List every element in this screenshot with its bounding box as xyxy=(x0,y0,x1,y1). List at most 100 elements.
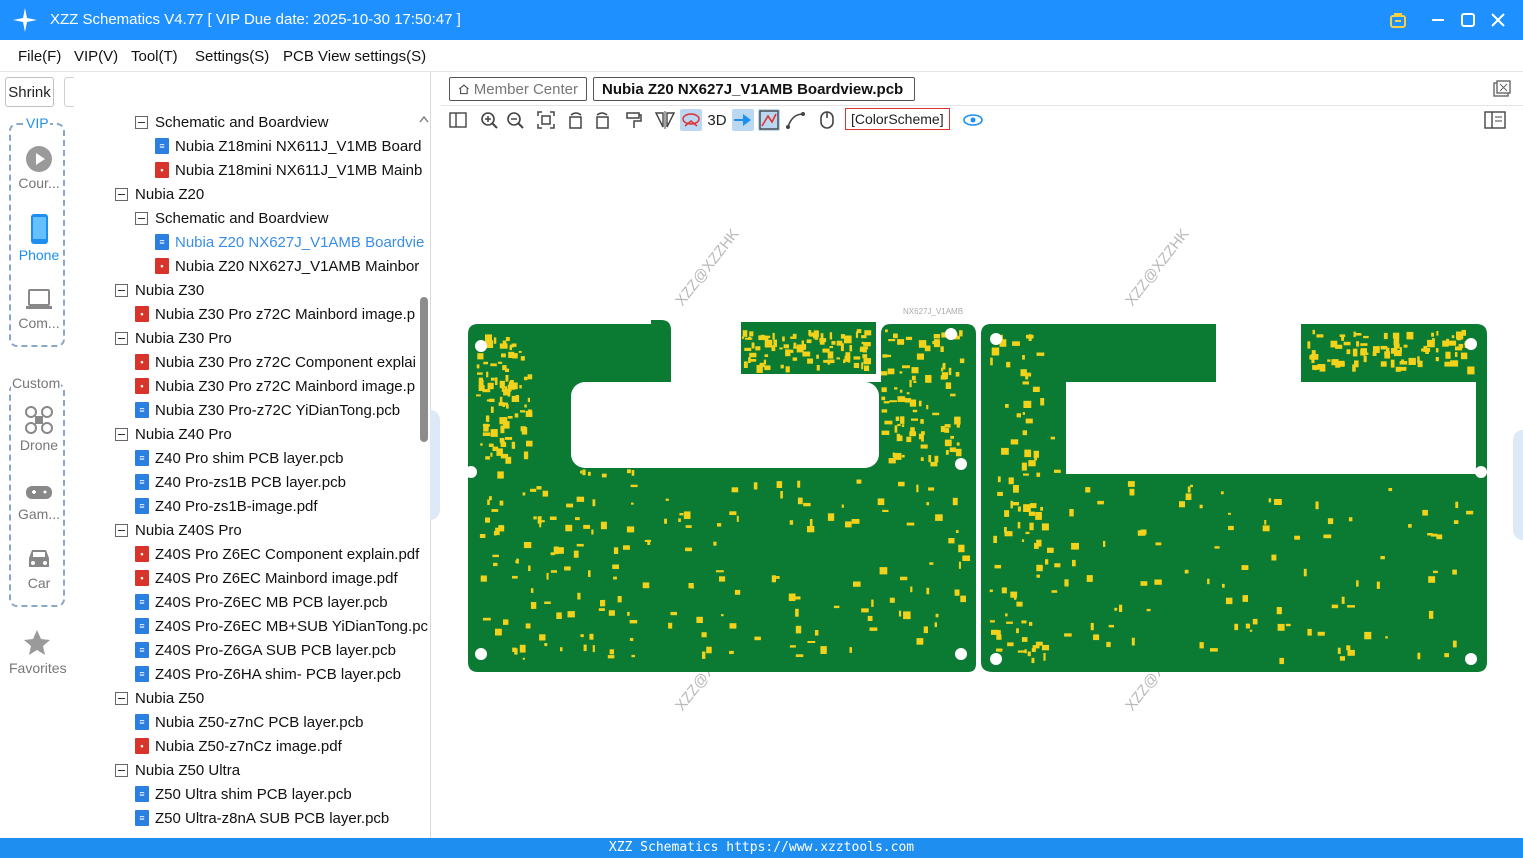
tree-file-item[interactable]: ≡ Z40S Pro-Z6EC MB+SUB YiDianTong.pc xyxy=(135,614,428,638)
close-all-tabs-icon[interactable] xyxy=(1493,80,1511,103)
pcb-pad xyxy=(928,487,935,491)
pcb-pad xyxy=(894,387,898,390)
3d-view-button[interactable]: 3D xyxy=(705,109,729,131)
pcb-pad xyxy=(1285,623,1291,627)
tree-file-item[interactable]: • Nubia Z30 Pro z72C Component explai xyxy=(135,350,416,374)
rotate-left-icon[interactable] xyxy=(565,109,587,131)
panel-toggle-icon[interactable] xyxy=(1484,109,1506,131)
tree-item-label: Z50 Ultra shim PCB layer.pcb xyxy=(155,785,352,803)
pcb-canvas[interactable]: XZZ@XZZHK XZZ@XZZHK XZZ@XZZHK XZZ@XZZHK … xyxy=(441,134,1513,838)
tree-folder[interactable]: Schematic and Boardview xyxy=(135,206,328,230)
tree-file-item[interactable]: ≡ Z40S Pro-Z6EC MB PCB layer.pcb xyxy=(135,590,388,614)
collapse-box-icon[interactable] xyxy=(115,427,128,441)
tree-folder[interactable]: Nubia Z30 xyxy=(115,278,204,302)
sidebar-item-drone[interactable]: Drone xyxy=(11,405,67,453)
pcb-pad xyxy=(1385,636,1388,639)
sidebar-item-courses[interactable]: Cour... xyxy=(11,145,67,191)
tree-file-item[interactable]: ≡ Z40S Pro-Z6HA shim- PCB layer.pcb xyxy=(135,662,401,686)
collapse-box-icon[interactable] xyxy=(115,331,128,345)
collapse-box-icon[interactable] xyxy=(115,283,128,297)
split-view-icon[interactable] xyxy=(447,109,469,131)
close-button[interactable] xyxy=(1486,8,1510,32)
tree-file-item[interactable]: ≡ Z40 Pro shim PCB layer.pcb xyxy=(135,446,343,470)
tree-file-item[interactable]: • Nubia Z30 Pro z72C Mainbord image.p xyxy=(135,374,415,398)
pcb-pad xyxy=(1187,486,1191,493)
tree-file-item[interactable]: • Nubia Z50-z7nCz image.pdf xyxy=(135,734,342,758)
tree-folder[interactable]: Schematic and Boardview xyxy=(135,110,328,134)
collapse-tree-handle[interactable] xyxy=(430,410,440,520)
tree-file-item[interactable]: ≡ Nubia Z50-z7nC PCB layer.pcb xyxy=(135,710,363,734)
pcb-pad xyxy=(488,443,494,447)
tree-scrollbar[interactable] xyxy=(419,112,429,838)
collapse-box-icon[interactable] xyxy=(115,523,128,537)
menu-pcb-view-settings[interactable]: PCB View settings(S) xyxy=(283,48,426,65)
mouse-mode-icon[interactable] xyxy=(816,109,838,131)
tree-file-item[interactable]: ≡ Z40 Pro-zs1B-image.pdf xyxy=(135,494,318,518)
minimize-button[interactable] xyxy=(1426,8,1450,32)
pcb-pad xyxy=(717,523,722,527)
pcb-pad xyxy=(1024,449,1032,458)
tree-folder[interactable]: Nubia Z30 Pro xyxy=(115,326,232,350)
rotate-right-icon[interactable] xyxy=(591,109,613,131)
mirror-icon[interactable] xyxy=(654,109,676,131)
tree-file-item[interactable]: ≡ Nubia Z20 NX627J_V1AMB Boardvie xyxy=(155,230,424,254)
menu-vip[interactable]: VIP(V) xyxy=(74,48,118,65)
trace-route-icon[interactable] xyxy=(785,109,807,131)
tree-file-item[interactable]: ≡ Z50 Ultra shim PCB layer.pcb xyxy=(135,782,352,806)
zoom-out-icon[interactable] xyxy=(504,109,526,131)
pcb-pad xyxy=(1453,520,1459,524)
menu-file[interactable]: File(F) xyxy=(18,48,61,65)
collapse-box-icon[interactable] xyxy=(115,763,128,777)
layer-view-icon[interactable] xyxy=(758,109,780,131)
collapse-box-icon[interactable] xyxy=(115,187,128,201)
pcb-file-icon: ≡ xyxy=(155,234,169,250)
pcb-file-icon: ≡ xyxy=(155,138,169,154)
tree-scrollbar-thumb[interactable] xyxy=(420,297,428,442)
paint-roller-icon[interactable] xyxy=(623,109,645,131)
tree-folder[interactable]: Nubia Z20 xyxy=(115,182,204,206)
eye-icon[interactable] xyxy=(962,109,984,131)
tree-file-item[interactable]: • Nubia Z20 NX627J_V1AMB Mainbor xyxy=(155,254,419,278)
collapse-box-icon[interactable] xyxy=(135,115,148,129)
custom-group: Custom Drone Gam... Car xyxy=(9,375,67,607)
tree-folder[interactable]: Nubia Z40S Pro xyxy=(115,518,242,542)
tree-folder[interactable]: Nubia Z40 Pro xyxy=(115,422,232,446)
tree-folder[interactable]: Nubia Z50 xyxy=(115,686,204,710)
maximize-button[interactable] xyxy=(1456,8,1480,32)
menu-tool[interactable]: Tool(T) xyxy=(131,48,178,65)
pcb-pad xyxy=(1356,341,1360,347)
collapse-right-handle[interactable] xyxy=(1513,430,1523,540)
tree-folder[interactable]: Nubia Z50 Ultra xyxy=(115,758,240,782)
tree-file-item[interactable]: • Z40S Pro Z6EC Mainbord image.pdf xyxy=(135,566,398,590)
pcb-pad xyxy=(806,339,812,344)
sidebar-item-favorites[interactable]: Favorites xyxy=(9,628,67,676)
pcb-file-icon: ≡ xyxy=(135,666,149,682)
fit-view-icon[interactable] xyxy=(535,109,557,131)
sidebar-item-computer[interactable]: Com... xyxy=(11,287,67,331)
sidebar-item-games[interactable]: Gam... xyxy=(11,482,67,522)
tree-file-item[interactable]: ≡ Nubia Z30 Pro-z72C YiDianTong.pcb xyxy=(135,398,400,422)
category-rail: Shrink VIP Cour... Phone Com... Custom D… xyxy=(0,72,74,838)
tree-file-item[interactable]: • Nubia Z30 Pro z72C Mainbord image.p xyxy=(135,302,415,326)
sidebar-item-car[interactable]: Car xyxy=(11,545,67,591)
menu-settings[interactable]: Settings(S) xyxy=(195,48,269,65)
tab-boardview[interactable]: Nubia Z20 NX627J_V1AMB Boardview.pcb xyxy=(593,77,915,101)
collapse-box-icon[interactable] xyxy=(115,691,128,705)
tree-file-item[interactable]: • Z40S Pro Z6EC Component explain.pdf xyxy=(135,542,419,566)
tree-file-item[interactable]: ≡ Z40S Pro-Z6GA SUB PCB layer.pcb xyxy=(135,638,396,662)
tab-member-center[interactable]: Member Center xyxy=(449,77,587,101)
color-scheme-button[interactable]: [ColorScheme] xyxy=(845,108,950,130)
tree-file-item[interactable]: ≡ Z50 Ultra-z8nA SUB PCB layer.pcb xyxy=(135,806,389,830)
pcb-pad xyxy=(1327,359,1331,362)
pin-select-icon[interactable] xyxy=(732,109,754,131)
collapse-box-icon[interactable] xyxy=(135,211,148,225)
sidebar-item-phone[interactable]: Phone xyxy=(11,213,67,263)
zoom-in-icon[interactable] xyxy=(478,109,500,131)
net-highlight-icon[interactable] xyxy=(680,109,702,131)
shrink-button[interactable]: Shrink xyxy=(5,77,54,107)
pcb-pad xyxy=(493,337,497,344)
vip-bag-icon[interactable] xyxy=(1386,8,1410,32)
tree-file-item[interactable]: ≡ Z40 Pro-zs1B PCB layer.pcb xyxy=(135,470,346,494)
tree-file-item[interactable]: ≡ Nubia Z18mini NX611J_V1MB Board xyxy=(155,134,422,158)
tree-file-item[interactable]: • Nubia Z18mini NX611J_V1MB Mainb xyxy=(155,158,422,182)
